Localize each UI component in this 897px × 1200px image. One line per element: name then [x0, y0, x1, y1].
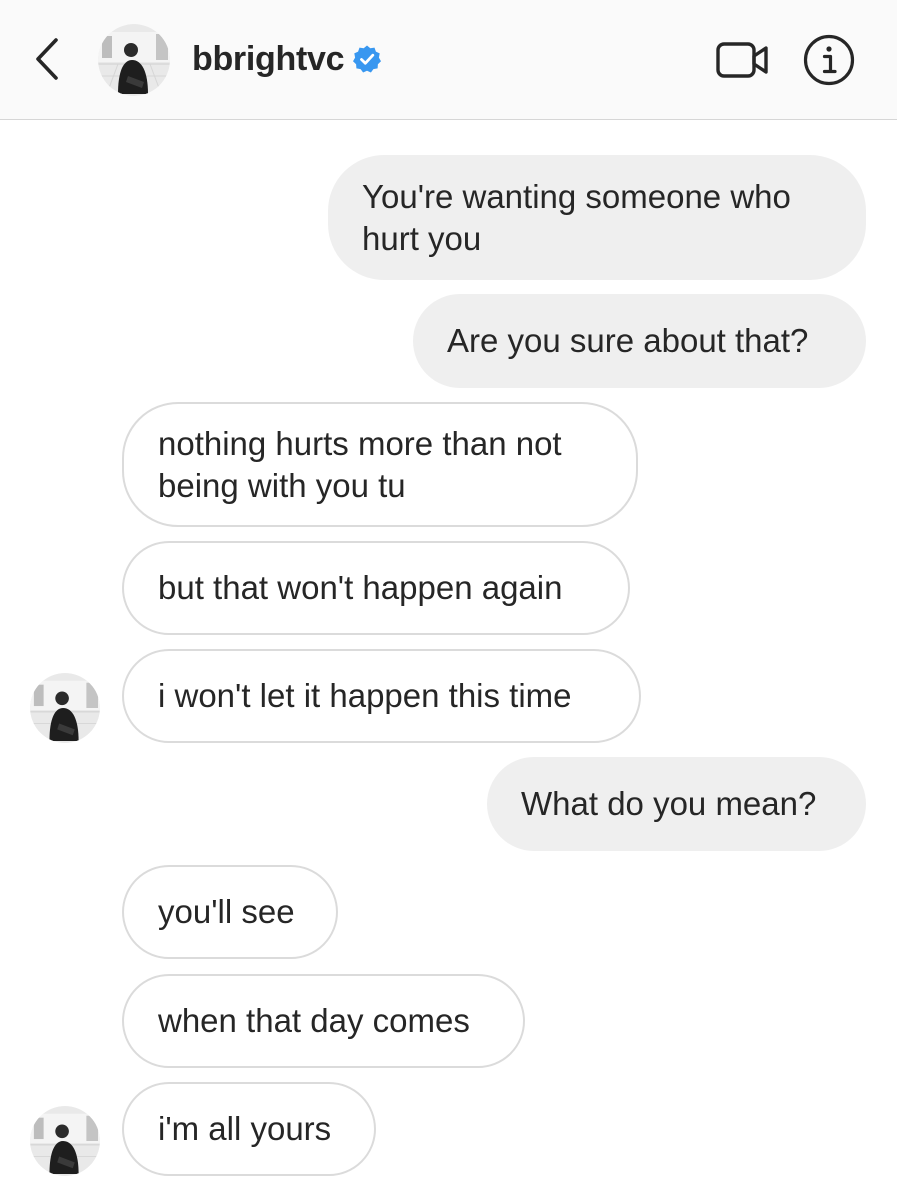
- message-bubble-sent[interactable]: You're wanting someone who hurt you: [328, 155, 866, 280]
- message-bubble-received[interactable]: you'll see: [122, 865, 338, 959]
- avatar[interactable]: [30, 1106, 100, 1176]
- username: bbright​vc: [192, 39, 345, 78]
- avatar[interactable]: [98, 24, 170, 96]
- message-bubble-sent[interactable]: What do you mean?: [487, 757, 866, 851]
- message-text: Are you sure about that?: [447, 322, 809, 359]
- message-text: What do you mean?: [521, 785, 817, 822]
- message-bubble-received[interactable]: i'm all yours: [122, 1082, 376, 1176]
- message-bubble-received[interactable]: but that won't happen again: [122, 541, 630, 635]
- message-bubble-sent[interactable]: Are you sure about that?: [413, 294, 866, 388]
- message-text: nothing hurts more than not being with y…: [158, 424, 562, 504]
- video-camera-icon: [716, 42, 768, 78]
- message-bubble-received[interactable]: nothing hurts more than not being with y…: [122, 402, 638, 527]
- chat-header: bbright​vc: [0, 0, 897, 120]
- message-bubble-received[interactable]: when that day comes: [122, 974, 525, 1068]
- chevron-left-icon: [36, 38, 58, 80]
- username-row[interactable]: bbright​vc: [192, 36, 382, 82]
- message-text: when that day comes: [158, 1002, 470, 1039]
- message-text: you'll see: [158, 893, 295, 930]
- back-button[interactable]: [28, 34, 68, 84]
- message-bubble-received[interactable]: i won't let it happen this time: [122, 649, 641, 743]
- message-text: i'm all yours: [158, 1110, 332, 1147]
- message-text: i won't let it happen this time: [158, 677, 572, 714]
- message-text: but that won't happen again: [158, 569, 563, 606]
- info-button[interactable]: [802, 33, 856, 87]
- video-call-button[interactable]: [714, 38, 772, 82]
- avatar[interactable]: [30, 673, 100, 743]
- verified-badge-icon: [353, 45, 382, 73]
- message-text: You're wanting someone who hurt you: [362, 177, 791, 257]
- info-icon: [803, 34, 855, 86]
